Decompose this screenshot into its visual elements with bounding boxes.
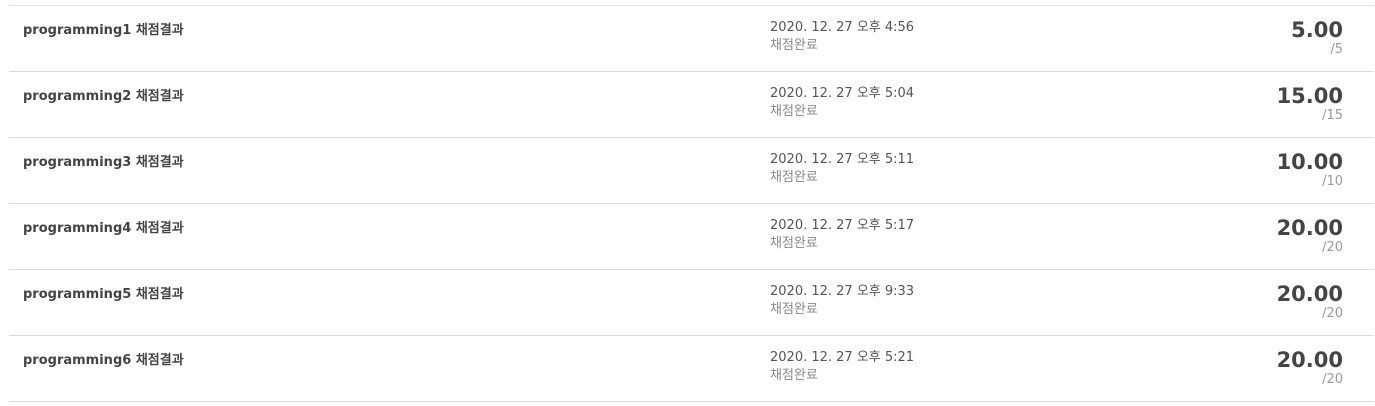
- result-meta: 2020. 12. 27 오후 5:11 채점완료: [770, 151, 914, 187]
- list-item[interactable]: programming4 채점결과 2020. 12. 27 오후 5:17 채…: [9, 204, 1374, 270]
- result-date: 2020. 12. 27 오후 5:11: [770, 152, 915, 167]
- result-date: 2020. 12. 27 오후 5:17: [770, 218, 915, 233]
- list-item[interactable]: programming2 채점결과 2020. 12. 27 오후 5:04 채…: [9, 72, 1374, 138]
- result-meta: 2020. 12. 27 오후 9:33 채점완료: [770, 283, 914, 319]
- score-max: /5: [1330, 42, 1343, 57]
- score-max: /20: [1322, 240, 1343, 255]
- score-value: 20.00: [1276, 282, 1343, 306]
- score-value: 5.00: [1291, 18, 1343, 42]
- score-value: 15.00: [1276, 84, 1343, 108]
- list-item[interactable]: programming5 채점결과 2020. 12. 27 오후 9:33 채…: [9, 270, 1374, 336]
- result-date: 2020. 12. 27 오후 9:33: [770, 284, 915, 299]
- result-status: 채점완료: [770, 38, 818, 53]
- result-status: 채점완료: [770, 302, 818, 317]
- result-meta: 2020. 12. 27 오후 4:56 채점완료: [770, 19, 914, 55]
- result-status: 채점완료: [770, 368, 818, 383]
- result-date: 2020. 12. 27 오후 4:56: [770, 20, 915, 35]
- score-max: /20: [1322, 306, 1343, 321]
- result-date: 2020. 12. 27 오후 5:04: [770, 86, 915, 101]
- result-meta: 2020. 12. 27 오후 5:21 채점완료: [770, 349, 914, 385]
- result-score: 15.00 /15: [1277, 84, 1343, 124]
- score-value: 10.00: [1276, 150, 1343, 174]
- result-status: 채점완료: [770, 170, 818, 185]
- result-score: 5.00 /5: [1291, 18, 1343, 58]
- result-title[interactable]: programming4 채점결과: [23, 217, 184, 236]
- result-score: 20.00 /20: [1277, 282, 1343, 322]
- result-meta: 2020. 12. 27 오후 5:04 채점완료: [770, 85, 914, 121]
- list-item[interactable]: programming6 채점결과 2020. 12. 27 오후 5:21 채…: [9, 336, 1374, 402]
- grading-results-list: programming1 채점결과 2020. 12. 27 오후 4:56 채…: [9, 5, 1374, 402]
- result-title[interactable]: programming5 채점결과: [23, 283, 184, 302]
- result-score: 10.00 /10: [1277, 150, 1343, 190]
- result-title[interactable]: programming1 채점결과: [23, 19, 184, 38]
- result-title[interactable]: programming3 채점결과: [23, 151, 184, 170]
- result-status: 채점완료: [770, 236, 818, 251]
- result-title[interactable]: programming6 채점결과: [23, 349, 184, 368]
- score-max: /15: [1322, 108, 1343, 123]
- score-value: 20.00: [1276, 216, 1343, 240]
- result-score: 20.00 /20: [1277, 348, 1343, 388]
- result-title[interactable]: programming2 채점결과: [23, 85, 184, 104]
- result-score: 20.00 /20: [1277, 216, 1343, 256]
- list-item[interactable]: programming1 채점결과 2020. 12. 27 오후 4:56 채…: [9, 6, 1374, 72]
- result-meta: 2020. 12. 27 오후 5:17 채점완료: [770, 217, 914, 253]
- result-status: 채점완료: [770, 104, 818, 119]
- list-item[interactable]: programming3 채점결과 2020. 12. 27 오후 5:11 채…: [9, 138, 1374, 204]
- result-date: 2020. 12. 27 오후 5:21: [770, 350, 915, 365]
- score-max: /20: [1322, 372, 1343, 387]
- score-max: /10: [1322, 174, 1343, 189]
- score-value: 20.00: [1276, 348, 1343, 372]
